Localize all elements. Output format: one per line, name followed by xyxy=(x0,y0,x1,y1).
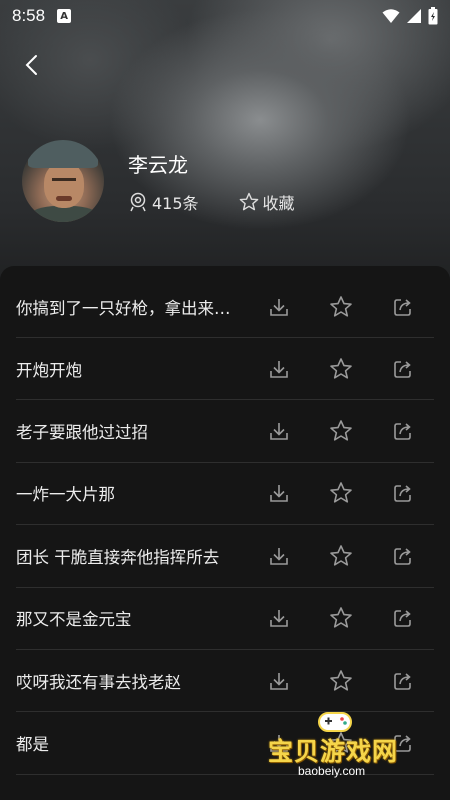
item-text[interactable]: 那又不是金元宝 xyxy=(16,606,244,630)
download-button[interactable] xyxy=(248,598,310,638)
wifi-icon xyxy=(382,9,400,23)
download-icon xyxy=(270,423,288,440)
notification-icon: A xyxy=(57,9,72,23)
share-icon xyxy=(394,360,411,378)
download-icon xyxy=(270,672,288,690)
audio-icon xyxy=(130,192,146,211)
download-icon xyxy=(270,360,288,378)
signal-icon xyxy=(407,9,421,23)
item-text[interactable]: 你搞到了一只好枪，拿出来看看 xyxy=(16,295,244,319)
status-bar: 8:58 A xyxy=(0,0,450,32)
share-button[interactable] xyxy=(372,473,434,513)
item-text[interactable]: 开炮开炮 xyxy=(16,357,244,381)
item-text[interactable]: 哎呀我还有事去找老赵 xyxy=(16,669,244,693)
download-button[interactable] xyxy=(248,287,310,327)
share-icon xyxy=(394,298,411,316)
watermark-title: 宝贝游戏网 xyxy=(268,737,399,766)
item-text[interactable]: 都是 xyxy=(16,731,244,755)
download-button[interactable] xyxy=(248,473,310,513)
audio-count-label: 415条 xyxy=(152,193,199,213)
watermark-url: baobeiy.com xyxy=(298,764,366,778)
share-button[interactable] xyxy=(372,598,434,638)
share-icon xyxy=(394,423,411,440)
list-item[interactable]: 那又不是金元宝 xyxy=(16,588,434,650)
list-item[interactable]: 哎呀我还有事去找老赵 xyxy=(16,650,434,713)
chevron-left-icon xyxy=(25,55,37,75)
profile-header: 李云龙 415条 收藏 xyxy=(22,140,295,222)
download-icon xyxy=(270,485,288,503)
share-button[interactable] xyxy=(372,536,434,576)
favorite-item-button[interactable] xyxy=(310,661,372,701)
star-icon xyxy=(330,669,352,691)
download-button[interactable] xyxy=(248,349,310,389)
star-icon xyxy=(330,357,352,379)
share-icon xyxy=(394,548,411,565)
download-icon xyxy=(270,547,288,565)
download-button[interactable] xyxy=(248,536,310,576)
list-item[interactable]: 你搞到了一只好枪，拿出来看看 xyxy=(16,266,434,338)
audio-count: 415条 xyxy=(128,190,199,214)
favorite-item-button[interactable] xyxy=(310,598,372,638)
share-button[interactable] xyxy=(372,411,434,451)
download-button[interactable] xyxy=(248,661,310,701)
back-button[interactable] xyxy=(16,50,46,80)
download-icon xyxy=(270,610,288,628)
star-icon xyxy=(330,420,352,441)
list-item[interactable]: 老子要跟他过过招 xyxy=(16,400,434,463)
list-item[interactable]: 开炮开炮 xyxy=(16,338,434,401)
favorite-item-button[interactable] xyxy=(310,411,372,451)
list-item[interactable]: 团长 干脆直接奔他指挥所去 xyxy=(16,525,434,588)
star-icon xyxy=(239,192,258,210)
star-icon xyxy=(330,545,352,566)
share-icon xyxy=(394,485,411,503)
favorite-item-button[interactable] xyxy=(310,349,372,389)
favorite-button[interactable]: 收藏 xyxy=(239,190,295,214)
share-button[interactable] xyxy=(372,287,434,327)
share-icon xyxy=(394,672,411,690)
profile-meta: 415条 收藏 xyxy=(128,190,295,214)
item-text[interactable]: 团长 干脆直接奔他指挥所去 xyxy=(16,544,244,568)
star-icon xyxy=(330,295,352,317)
status-time: 8:58 xyxy=(12,6,46,25)
favorite-label: 收藏 xyxy=(262,193,295,213)
favorite-item-button[interactable] xyxy=(310,473,372,513)
share-button[interactable] xyxy=(372,661,434,701)
star-icon xyxy=(330,607,352,628)
favorite-item-button[interactable] xyxy=(310,536,372,576)
share-icon xyxy=(394,610,411,628)
profile-name: 李云龙 xyxy=(128,152,188,177)
star-icon xyxy=(330,482,352,504)
avatar xyxy=(22,140,104,222)
gamepad-icon xyxy=(318,712,352,732)
battery-icon xyxy=(428,7,438,25)
item-text[interactable]: 老子要跟他过过招 xyxy=(16,419,244,443)
download-button[interactable] xyxy=(248,411,310,451)
item-text[interactable]: 一炸一大片那 xyxy=(16,481,244,505)
profile-info: 李云龙 415条 收藏 xyxy=(128,149,295,214)
share-button[interactable] xyxy=(372,349,434,389)
list-item[interactable]: 一炸一大片那 xyxy=(16,463,434,526)
favorite-item-button[interactable] xyxy=(310,287,372,327)
status-icons xyxy=(382,7,438,25)
download-icon xyxy=(270,298,288,316)
watermark-logo: 宝贝游戏网 baobeiy.com xyxy=(268,706,438,780)
